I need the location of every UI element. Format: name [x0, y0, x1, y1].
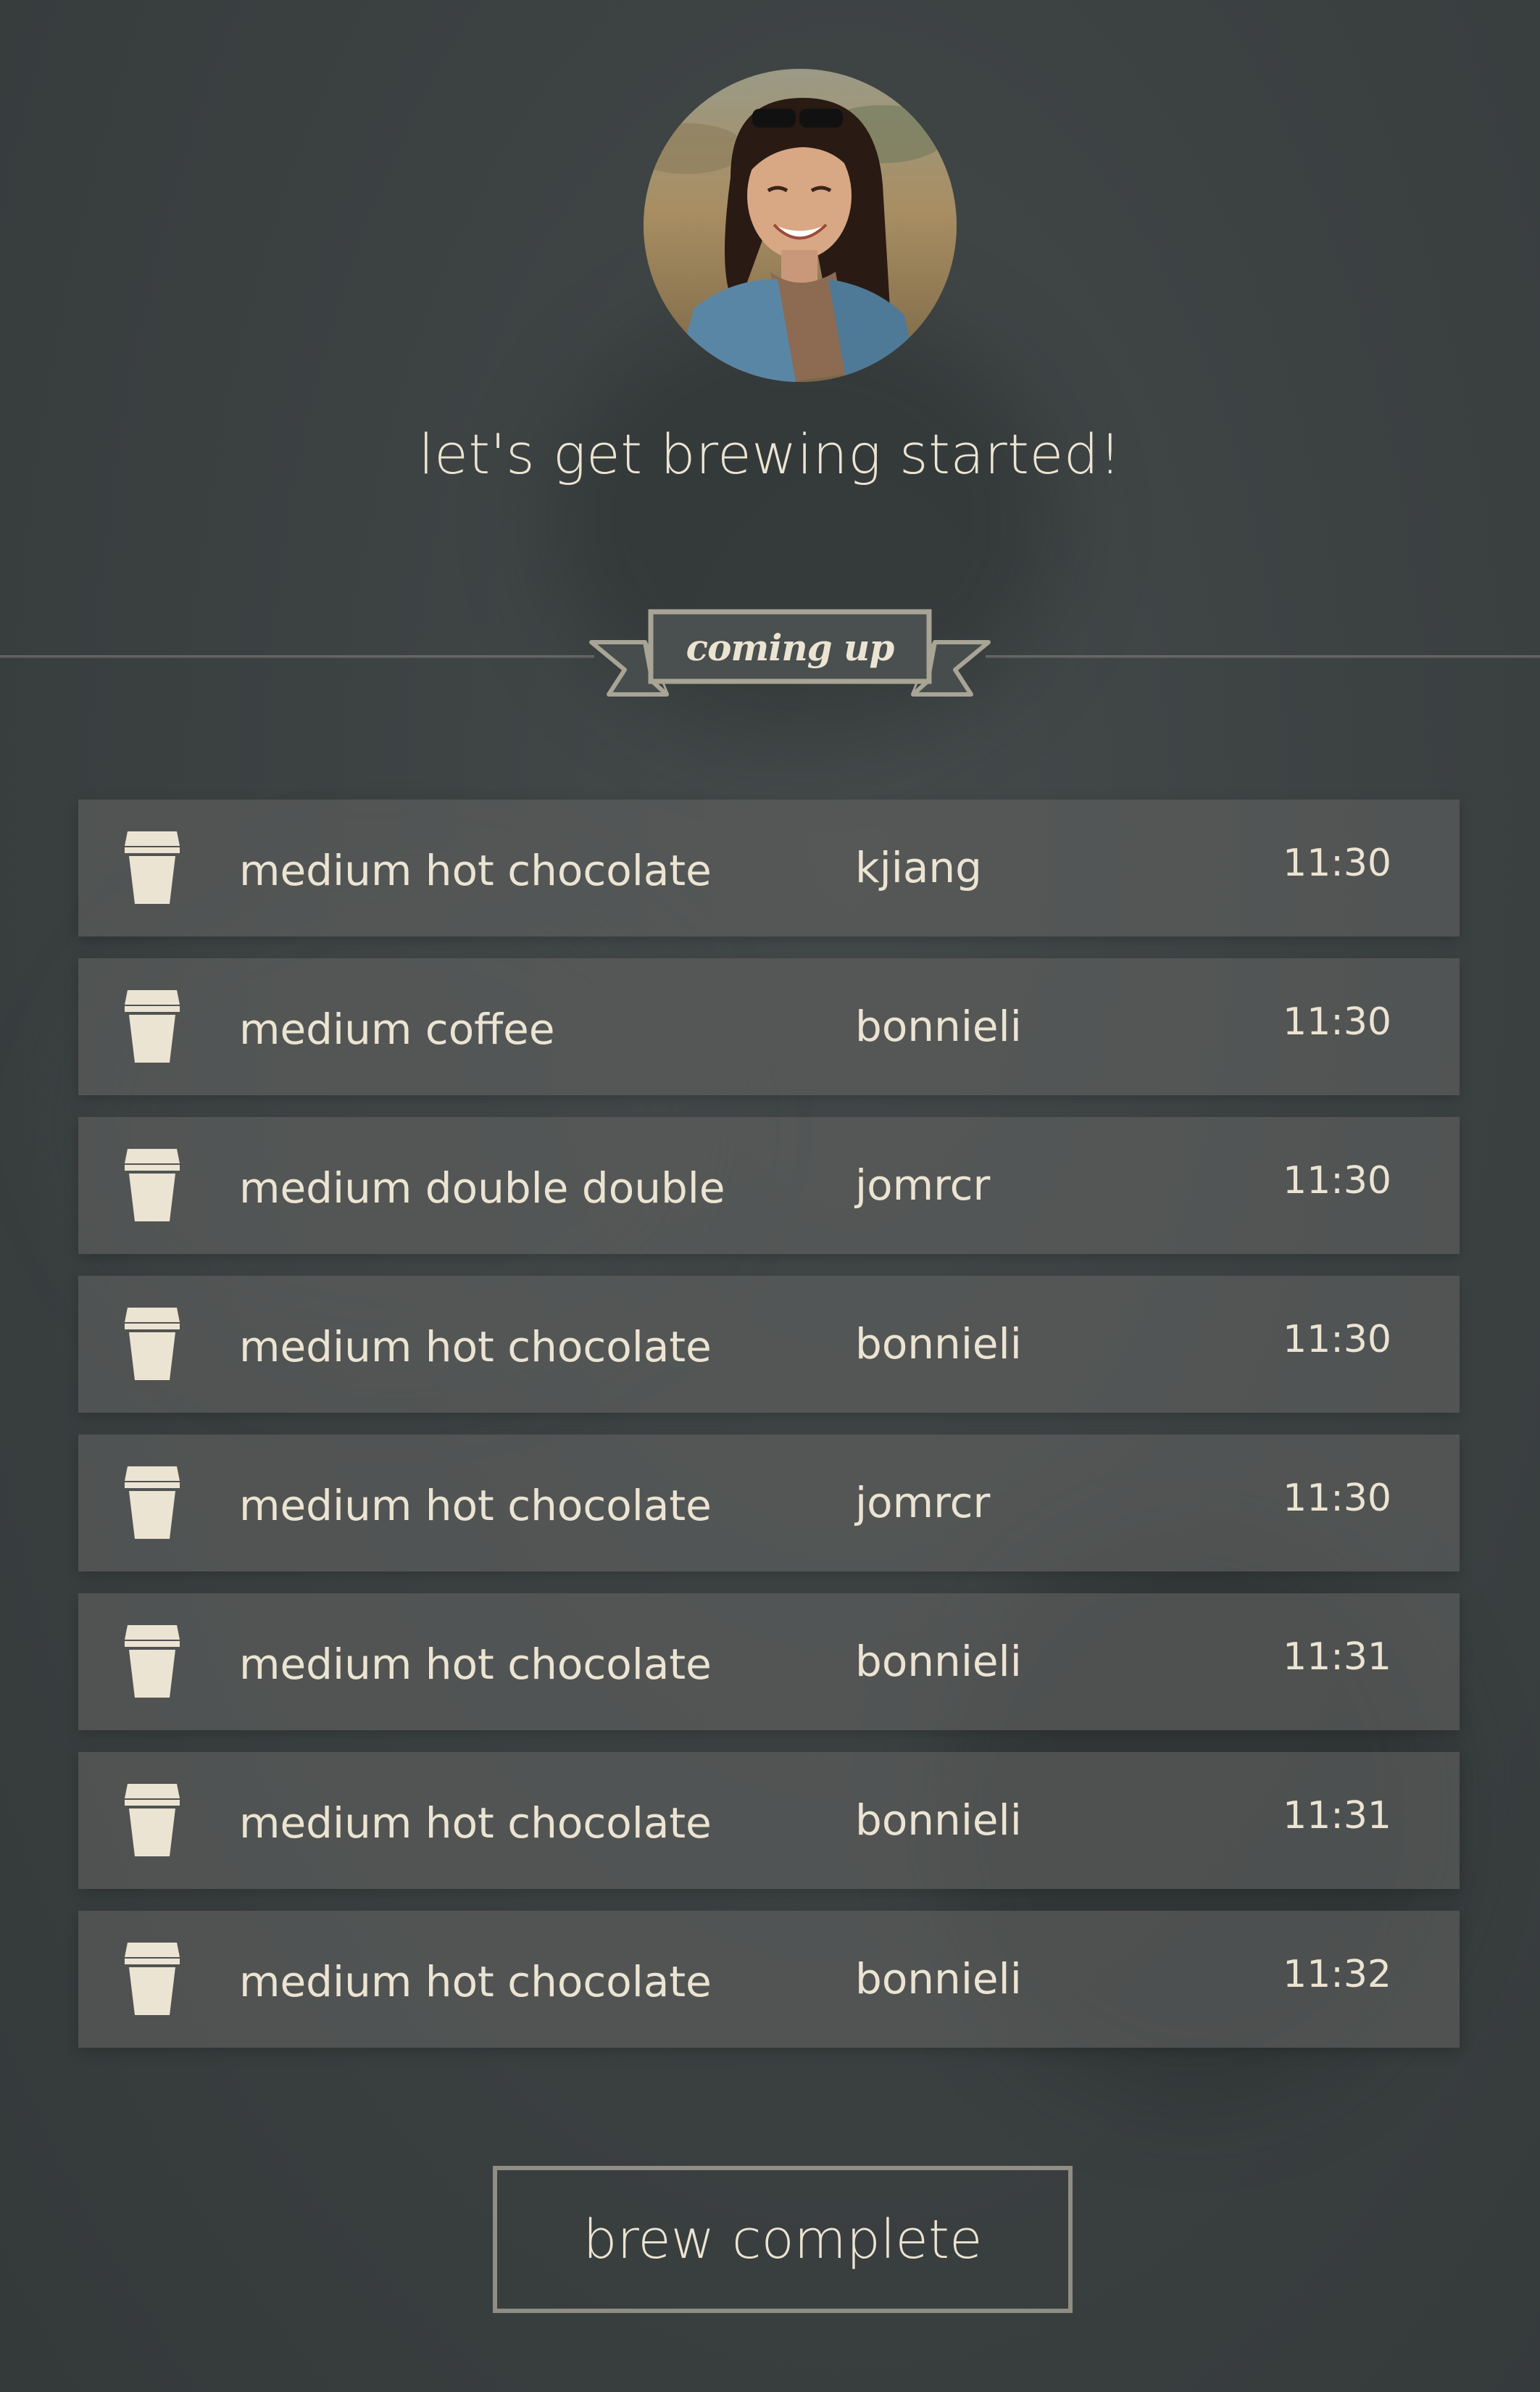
order-time: 11:30 [1283, 842, 1391, 885]
list-item[interactable]: medium hot chocolate bonnieli 11:32 [78, 1911, 1460, 2048]
list-item[interactable]: medium hot chocolate bonnieli 11:31 [78, 1752, 1460, 1889]
order-time: 11:30 [1283, 1159, 1391, 1203]
coffee-cup-icon [125, 1784, 180, 1856]
order-time: 11:30 [1283, 1477, 1391, 1520]
order-drink: medium hot chocolate [239, 1957, 712, 2006]
coffee-cup-icon [125, 1308, 180, 1380]
user-avatar-photo [644, 69, 957, 382]
coffee-cup-icon [125, 1149, 180, 1221]
order-drink: medium hot chocolate [239, 846, 712, 895]
coffee-cup-icon [125, 1943, 180, 2015]
order-drink: medium hot chocolate [239, 1798, 712, 1848]
section-divider [986, 655, 1540, 658]
coffee-cup-icon [125, 1466, 180, 1539]
order-user: bonnieli [855, 1002, 1022, 1051]
order-drink: medium hot chocolate [239, 1640, 712, 1689]
section-divider [0, 655, 594, 658]
list-item[interactable]: medium hot chocolate bonnieli 11:30 [78, 1276, 1460, 1413]
list-item[interactable]: medium double double jomrcr 11:30 [78, 1117, 1460, 1254]
order-user: bonnieli [855, 1319, 1022, 1369]
avatar [644, 69, 957, 382]
list-item[interactable]: medium coffee bonnieli 11:30 [78, 958, 1460, 1095]
order-drink: medium double double [239, 1163, 725, 1213]
order-user: bonnieli [855, 1637, 1022, 1686]
order-drink: medium coffee [239, 1005, 555, 1054]
order-user: kjiang [855, 843, 982, 892]
order-user: bonnieli [855, 1954, 1022, 2003]
coffee-cup-icon [125, 990, 180, 1063]
order-drink: medium hot chocolate [239, 1481, 712, 1530]
order-time: 11:31 [1283, 1794, 1391, 1837]
order-time: 11:31 [1283, 1635, 1391, 1679]
order-user: jomrcr [855, 1160, 991, 1210]
list-item[interactable]: medium hot chocolate bonnieli 11:31 [78, 1593, 1460, 1730]
order-queue: medium hot chocolate kjiang 11:30 medium… [78, 800, 1460, 2069]
section-label: coming up [686, 626, 895, 669]
coffee-cup-icon [125, 831, 180, 904]
order-user: bonnieli [855, 1795, 1022, 1845]
list-item[interactable]: medium hot chocolate kjiang 11:30 [78, 800, 1460, 937]
coffee-cup-icon [125, 1625, 180, 1698]
section-ribbon: coming up [587, 607, 993, 705]
order-time: 11:32 [1283, 1953, 1391, 1996]
order-user: jomrcr [855, 1478, 991, 1527]
brew-complete-button[interactable]: brew complete [493, 2166, 1073, 2313]
order-time: 11:30 [1283, 1318, 1391, 1361]
list-item[interactable]: medium hot chocolate jomrcr 11:30 [78, 1434, 1460, 1571]
page-title: let's get brewing started! [418, 422, 1122, 486]
order-time: 11:30 [1283, 1000, 1391, 1044]
order-drink: medium hot chocolate [239, 1322, 712, 1371]
